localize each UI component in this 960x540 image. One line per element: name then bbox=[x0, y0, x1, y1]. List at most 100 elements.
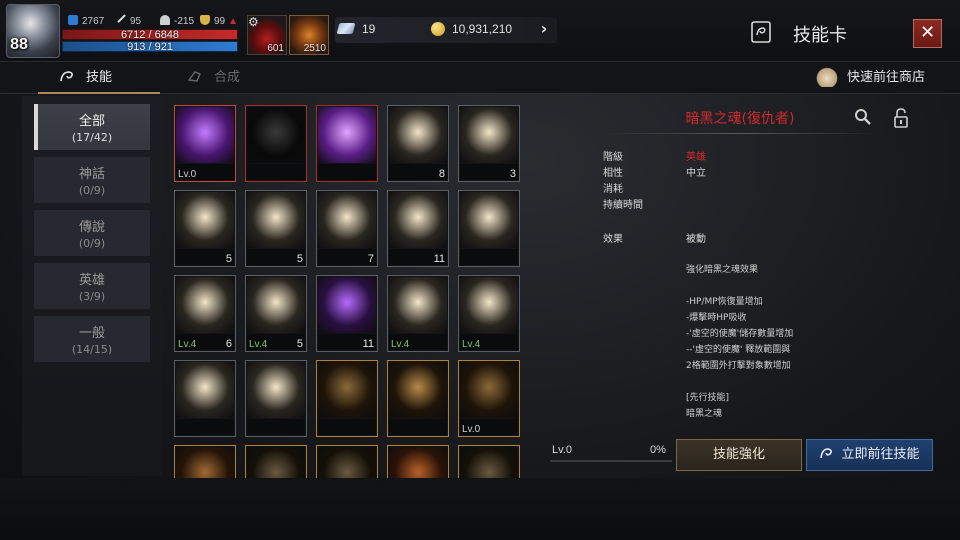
skill-card[interactable]: Lv.4 bbox=[387, 275, 449, 352]
swirl-icon bbox=[60, 71, 73, 82]
category-item[interactable]: 英雄 (3/9) bbox=[34, 263, 150, 309]
skill-detail-panel bbox=[540, 96, 942, 476]
category-count: (0/9) bbox=[78, 184, 106, 197]
attribute-label: 消耗 bbox=[603, 184, 623, 195]
skill-card[interactable]: 11 bbox=[387, 190, 449, 267]
quick-shop-link[interactable]: 快速前往商店 bbox=[815, 64, 925, 92]
alert-icon: ▲ bbox=[228, 16, 239, 27]
skill-card[interactable]: Lv.0 bbox=[458, 360, 520, 437]
category-item[interactable]: 全部 (17/42) bbox=[34, 104, 150, 150]
page-title: 技能卡 bbox=[793, 25, 847, 46]
card-footer bbox=[176, 419, 234, 435]
power-value: 2767 bbox=[82, 16, 105, 27]
chevron-right-icon[interactable]: › bbox=[533, 18, 555, 40]
skill-card[interactable] bbox=[316, 105, 378, 182]
horns-icon bbox=[460, 447, 518, 478]
card-count: 5 bbox=[225, 253, 232, 265]
category-item[interactable]: 一般 (14/15) bbox=[34, 316, 150, 362]
description-line: -'虛空的使魔'儲存數量增加 bbox=[686, 329, 794, 339]
card-footer bbox=[318, 419, 376, 435]
hp-bar: 6712 / 6848 bbox=[62, 29, 238, 41]
skill-card[interactable] bbox=[174, 360, 236, 437]
beast-face-icon bbox=[176, 362, 234, 418]
curved-arrow-icon bbox=[176, 192, 234, 248]
card-level: Lv.0 bbox=[178, 169, 197, 180]
power-icon bbox=[68, 15, 78, 25]
gear-icon[interactable]: ⚙ bbox=[248, 16, 260, 28]
attribute-value: 中立 bbox=[686, 168, 706, 179]
scroll-slot[interactable]: 2510 bbox=[289, 15, 329, 55]
crossbow-icon bbox=[318, 192, 376, 248]
trophy-icon bbox=[200, 15, 210, 25]
skill-card[interactable] bbox=[458, 190, 520, 267]
bottom-shade bbox=[0, 478, 960, 540]
upgrade-skill-button[interactable]: 技能強化 bbox=[676, 439, 802, 471]
skill-card-icon bbox=[751, 21, 771, 43]
card-footer bbox=[247, 419, 305, 435]
attribute-value: 英雄 bbox=[686, 152, 706, 163]
skill-card[interactable] bbox=[245, 445, 307, 478]
power-stat: 2767 bbox=[68, 15, 104, 27]
card-level: Lv.4 bbox=[462, 339, 481, 350]
description-line: [先行技能] bbox=[686, 393, 730, 403]
skill-card[interactable] bbox=[387, 445, 449, 478]
skill-card[interactable]: 11 bbox=[316, 275, 378, 352]
fire-icon bbox=[389, 447, 447, 478]
skill-card-grid[interactable]: Lv.0 8 3 5 5 7 11 Lv.4 6 Lv.4 5 11 Lv.4 Lv.4 Lv.0 bbox=[165, 96, 535, 478]
tab-synthesis[interactable]: 合成 bbox=[180, 62, 280, 94]
skill-card[interactable] bbox=[245, 360, 307, 437]
purple-spear-icon bbox=[318, 277, 376, 333]
fireballs-icon bbox=[389, 192, 447, 248]
skill-card[interactable] bbox=[458, 445, 520, 478]
burst-icon bbox=[247, 192, 305, 248]
horns-icon bbox=[318, 447, 376, 478]
arrow-burst-icon bbox=[389, 277, 447, 333]
category-item[interactable]: 傳說 (0/9) bbox=[34, 210, 150, 256]
card-count: 11 bbox=[362, 338, 374, 350]
effect-label: 效果 bbox=[603, 234, 623, 245]
card-footer bbox=[389, 419, 447, 435]
card-footer bbox=[460, 249, 518, 265]
skill-card[interactable]: Lv.4 bbox=[458, 275, 520, 352]
cross-sword-icon bbox=[460, 362, 518, 418]
category-label: 神話 bbox=[78, 167, 105, 182]
skill-card[interactable]: 3 bbox=[458, 105, 520, 182]
tab-skill[interactable]: 技能 bbox=[38, 62, 160, 94]
skill-card[interactable]: 7 bbox=[316, 190, 378, 267]
tab-skill-label: 技能 bbox=[86, 70, 113, 85]
swirl-icon bbox=[820, 448, 833, 459]
skill-card[interactable]: 5 bbox=[245, 190, 307, 267]
card-count: 3 bbox=[509, 168, 516, 180]
skill-card[interactable] bbox=[245, 105, 307, 182]
skill-card[interactable] bbox=[387, 360, 449, 437]
category-count: (0/9) bbox=[78, 237, 106, 250]
card-count: 5 bbox=[296, 253, 303, 265]
gold-count: 10,931,210 bbox=[452, 22, 513, 36]
hp-text: 6712 / 6848 bbox=[120, 29, 180, 41]
defense-value: -215 bbox=[174, 16, 195, 27]
purple-comet-icon bbox=[176, 107, 234, 163]
skill-card[interactable] bbox=[316, 360, 378, 437]
skill-card[interactable]: Lv.0 bbox=[174, 105, 236, 182]
category-label: 英雄 bbox=[78, 273, 105, 288]
close-button[interactable]: ✕ bbox=[913, 19, 942, 48]
category-count: (14/15) bbox=[71, 343, 113, 356]
skill-card[interactable]: 5 bbox=[174, 190, 236, 267]
emblem-icon bbox=[318, 362, 376, 418]
skill-card[interactable]: 8 bbox=[387, 105, 449, 182]
category-label: 一般 bbox=[78, 326, 105, 341]
skill-card[interactable] bbox=[316, 445, 378, 478]
card-level: Lv.4 bbox=[178, 339, 197, 350]
skill-card[interactable]: Lv.4 6 bbox=[174, 275, 236, 352]
goto-skill-button[interactable]: 立即前往技能 bbox=[806, 439, 933, 471]
card-count: 8 bbox=[438, 168, 445, 180]
category-label: 全部 bbox=[78, 114, 105, 129]
lock-icon[interactable] bbox=[893, 108, 909, 128]
category-item[interactable]: 神話 (0/9) bbox=[34, 157, 150, 203]
category-count: (3/9) bbox=[78, 290, 106, 303]
skill-card[interactable]: Lv.4 5 bbox=[245, 275, 307, 352]
close-icon: ✕ bbox=[919, 22, 936, 43]
skill-card[interactable] bbox=[174, 445, 236, 478]
search-icon[interactable] bbox=[854, 108, 872, 126]
effect-value: 被動 bbox=[686, 234, 706, 245]
